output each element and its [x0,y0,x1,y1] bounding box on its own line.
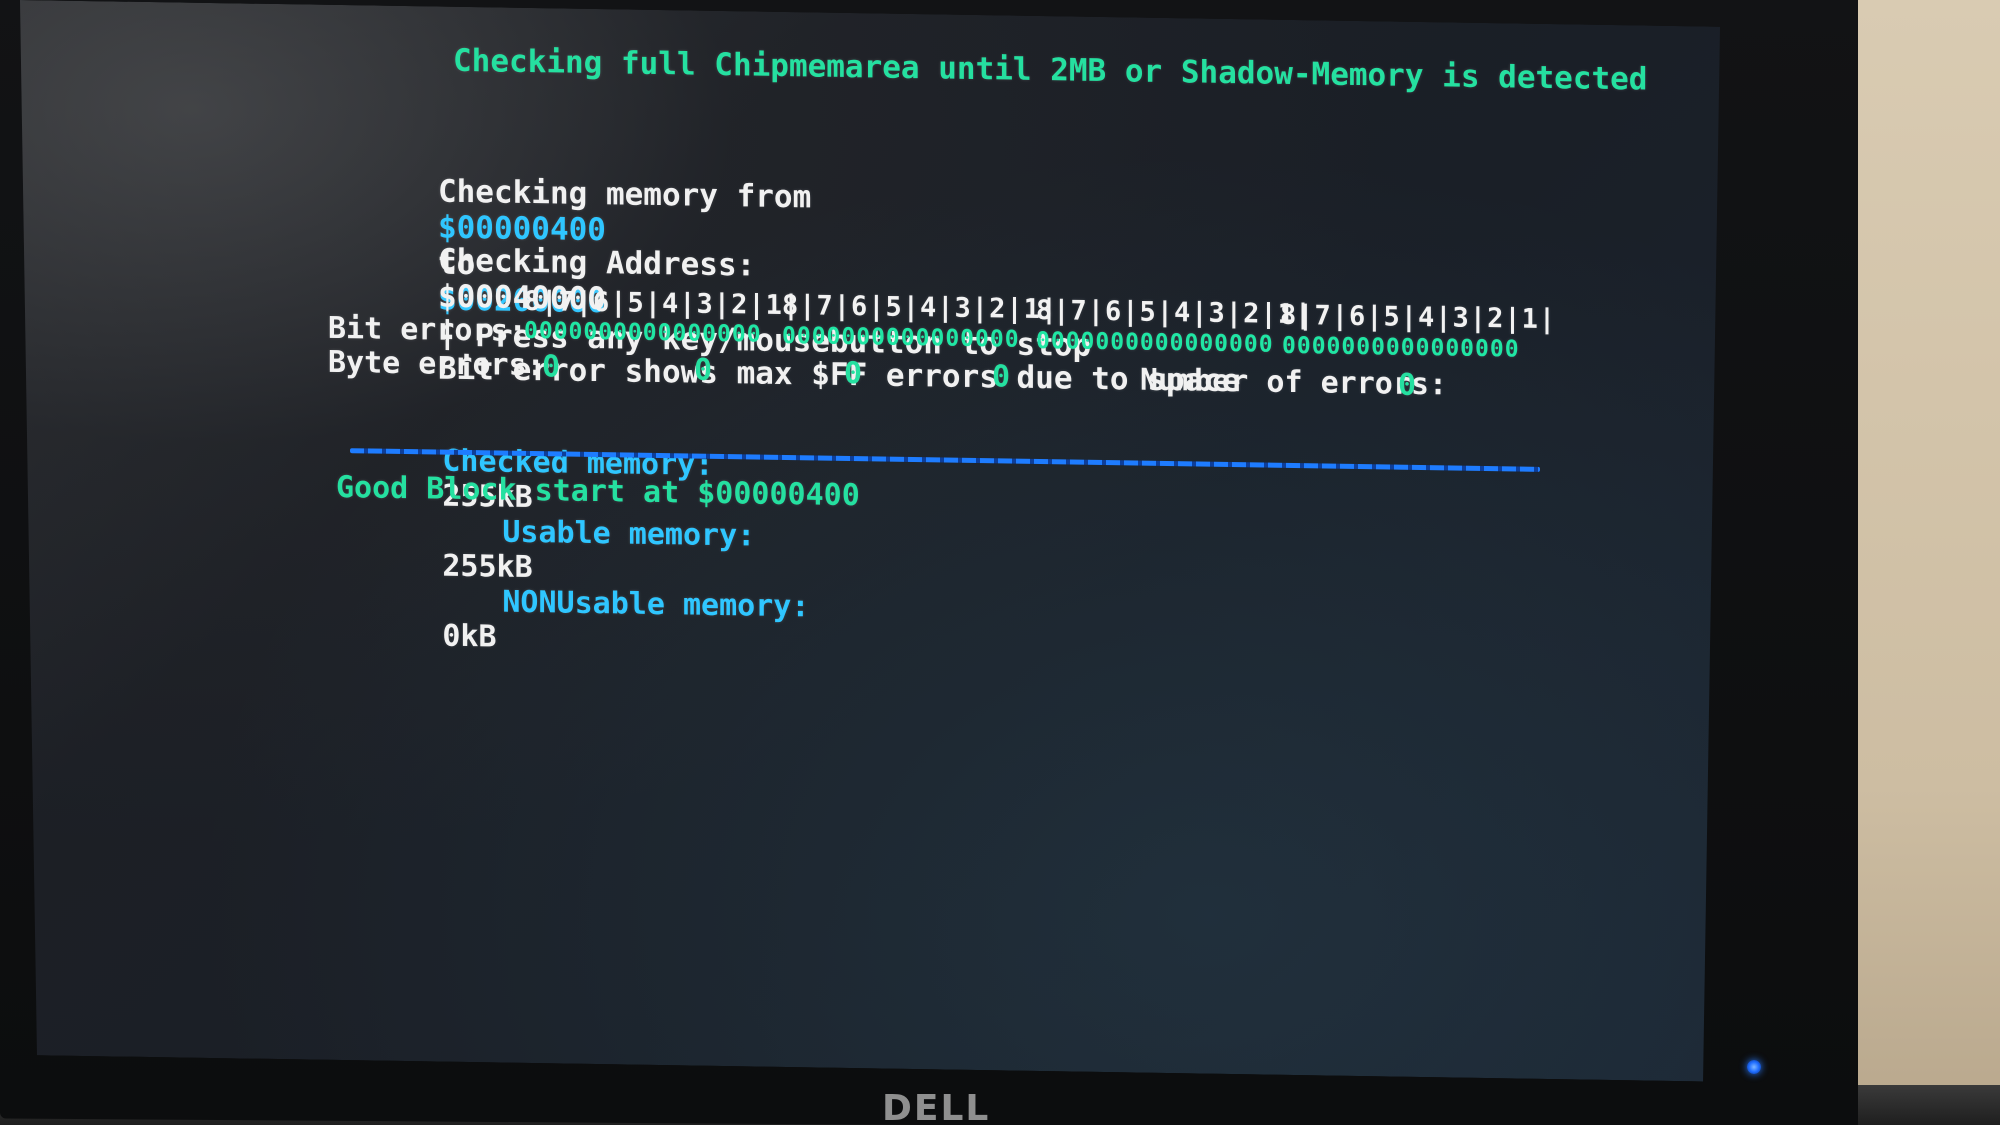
address-label: Checking Address: [437,242,756,284]
byte-errors-value-2: 0 [694,352,713,388]
byte-errors-value-3: 0 [844,355,863,392]
bit-errors-group-2: 0000000000000000 [782,322,1020,353]
bit-column-labels-2: 8|7|6|5|4|3|2|1| [782,289,1059,326]
usable-memory-value: 255kB [442,548,533,586]
power-led-icon[interactable] [1747,1060,1761,1074]
bit-column-labels-3: 8|7|6|5|4|3|2|1| [1036,294,1313,331]
bit-column-labels-1: 8|7|6|5|4|3|2|1| [524,285,801,322]
bit-column-labels-4: 8|7|6|5|4|3|2|1| [1280,299,1557,336]
photo-scene: Checking full Chipmemarea until 2MB or S… [0,0,2000,1125]
monitor-screen: Checking full Chipmemarea until 2MB or S… [20,0,1720,1082]
byte-errors-value-4: 0 [992,359,1011,395]
bit-errors-group-1: 0000000000000000 [524,317,762,348]
bit-errors-label: Bit errors: [328,310,527,349]
nonusable-memory-value: 0kB [442,618,497,655]
byte-errors-value-1: 0 [542,349,561,385]
bit-errors-group-4: 0000000000000000 [1282,332,1520,363]
usable-memory-label: Usable memory: [502,514,756,554]
nonusable-memory-label: NONUsable memory: [502,584,810,625]
bit-errors-group-3: 0000000000000000 [1036,327,1274,358]
byte-errors-label: Byte errors: [328,344,545,384]
number-of-errors-value: 0 [1398,367,1417,403]
title-line: Checking full Chipmemarea until 2MB or S… [453,42,1648,98]
dell-logo: DELL [882,1088,991,1125]
